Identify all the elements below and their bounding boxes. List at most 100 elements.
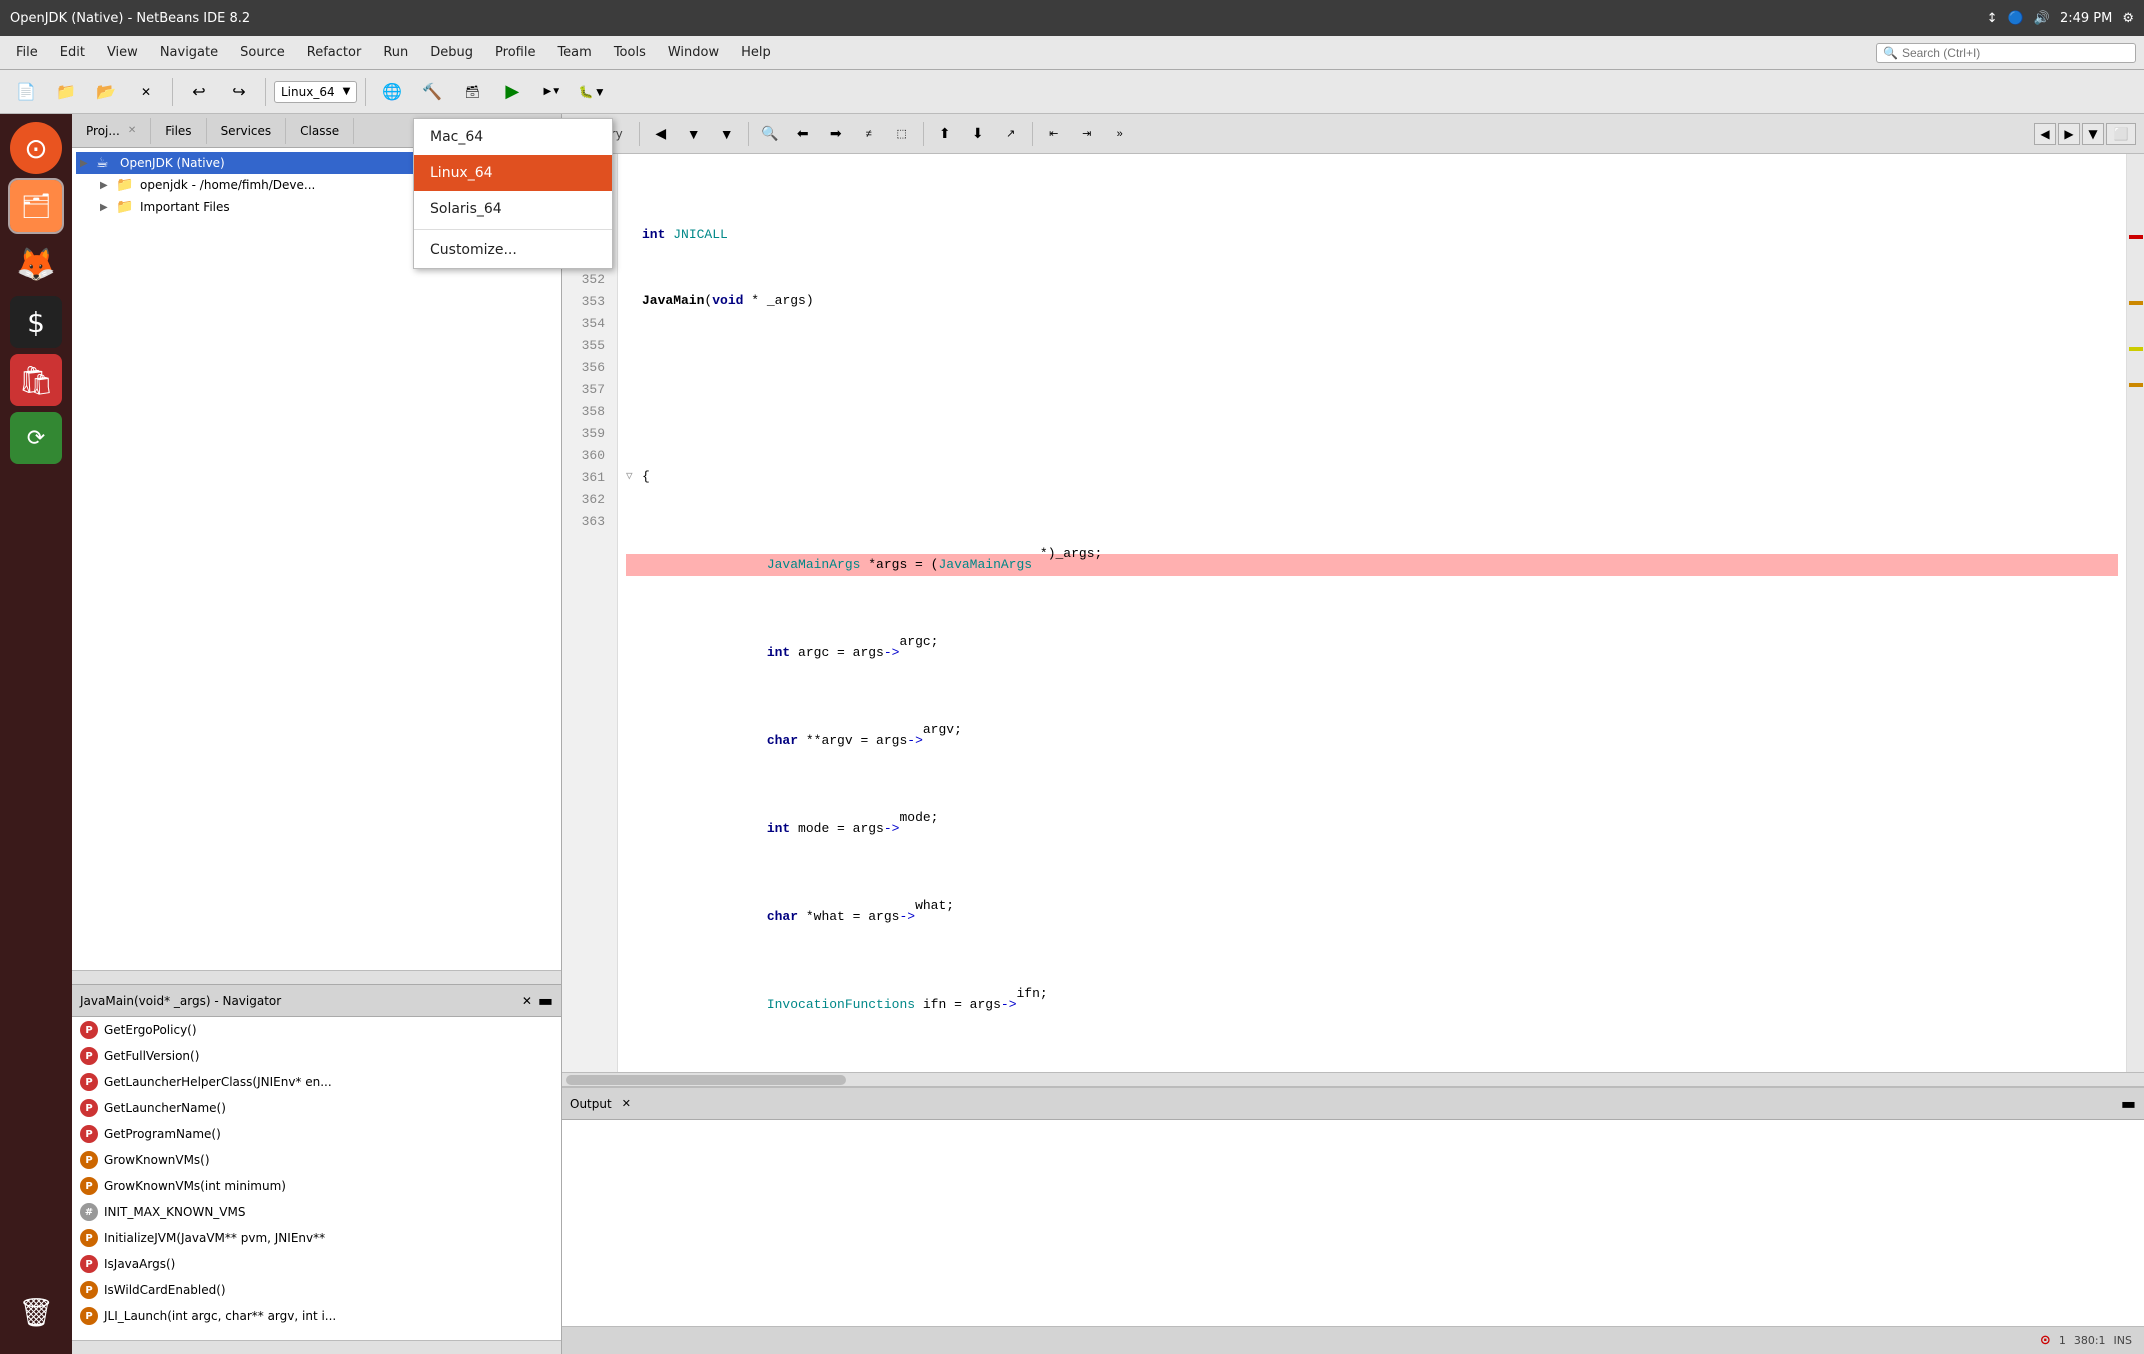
close-button[interactable]: ✕ — [128, 76, 164, 108]
nav-item-growknownvms2[interactable]: P GrowKnownVMs(int minimum) — [72, 1173, 561, 1199]
build-button[interactable]: 🔨 — [414, 76, 450, 108]
platform-option-linux64[interactable]: Linux_64 — [414, 155, 612, 191]
close-navigator-icon[interactable]: ✕ — [522, 994, 532, 1008]
menu-profile[interactable]: Profile — [487, 41, 543, 64]
tab-classes[interactable]: Classe — [286, 118, 354, 144]
menu-file[interactable]: File — [8, 41, 46, 64]
ed-up-icon[interactable]: ⬆ — [930, 120, 960, 148]
tab-files[interactable]: Files — [151, 118, 206, 144]
hscroll-thumb[interactable] — [566, 1075, 846, 1085]
nav-item-isjavaargs[interactable]: P IsJavaArgs() — [72, 1251, 561, 1277]
ed-more-button[interactable]: » — [1105, 120, 1135, 148]
error-count: ⊙ — [2040, 1333, 2051, 1348]
nav-item-getergo[interactable]: P GetErgoPolicy() — [72, 1017, 561, 1043]
editor-next-arrow[interactable]: ▶ — [2058, 123, 2080, 145]
ed-diff-button[interactable]: ≠ — [854, 120, 884, 148]
line-355: 355 — [562, 334, 611, 356]
editor-down-arrow[interactable]: ▼ — [2082, 123, 2104, 145]
search-box[interactable]: 🔍 — [1876, 43, 2136, 63]
system-icons: ↕ 🔵 🔊 2:49 PM ⚙ — [1987, 11, 2134, 26]
nav-item-iswildcard[interactable]: P IsWildCardEnabled() — [72, 1277, 561, 1303]
menu-edit[interactable]: Edit — [52, 41, 93, 64]
menu-help[interactable]: Help — [733, 41, 779, 64]
output-title: Output — [570, 1097, 612, 1111]
close-output-icon[interactable]: ✕ — [622, 1097, 631, 1110]
settings-icon[interactable]: ⚙ — [2122, 11, 2134, 26]
project-tree-hscroll[interactable] — [72, 970, 561, 984]
terminal-dock-icon[interactable]: $ — [10, 296, 62, 348]
run-menu-button[interactable]: ▶▼ — [534, 76, 570, 108]
menu-run[interactable]: Run — [375, 41, 416, 64]
menu-source[interactable]: Source — [232, 41, 293, 64]
menu-window[interactable]: Window — [660, 41, 727, 64]
nav-item-growknownvms[interactable]: P GrowKnownVMs() — [72, 1147, 561, 1173]
search-input[interactable] — [1902, 46, 2129, 60]
files-dock-icon[interactable]: 🗂 — [10, 180, 62, 232]
navigator-hscroll[interactable] — [72, 1340, 561, 1354]
ed-jump-icon[interactable]: ↗ — [996, 120, 1026, 148]
nav-item-getprogramname[interactable]: P GetProgramName() — [72, 1121, 561, 1147]
debug-button[interactable]: 🐛▼ — [574, 76, 610, 108]
nav-item-initializejvm[interactable]: P InitializeJVM(JavaVM** pvm, JNIEnv** — [72, 1225, 561, 1251]
platform-option-solaris64[interactable]: Solaris_64 — [414, 191, 612, 227]
globe-button[interactable]: 🌐 — [374, 76, 410, 108]
platform-dropdown[interactable]: Linux_64 ▼ — [274, 81, 357, 103]
menu-tools[interactable]: Tools — [606, 41, 654, 64]
editor-maximize[interactable]: ⬜ — [2106, 123, 2136, 145]
redo-button[interactable]: ↪ — [221, 76, 257, 108]
nav-item-label-11: IsWildCardEnabled() — [104, 1283, 226, 1297]
fold-marker-350[interactable]: ▽ — [626, 466, 642, 488]
status-mode: INS — [2114, 1334, 2132, 1347]
code-hscroll[interactable] — [562, 1072, 2144, 1086]
open-button[interactable]: 📂 — [88, 76, 124, 108]
trash-dock-icon[interactable]: 🗑 — [10, 1286, 62, 1338]
software-center-dock-icon[interactable]: 🛍 — [10, 354, 62, 406]
ed-indent-out[interactable]: ⇤ — [1039, 120, 1069, 148]
gutter-warning-mark-2 — [2129, 383, 2143, 387]
close-projects-tab-icon[interactable]: ✕ — [128, 125, 136, 136]
run-button[interactable]: ▶ — [494, 76, 530, 108]
menu-team[interactable]: Team — [549, 41, 599, 64]
tab-projects[interactable]: Proj... ✕ — [72, 118, 151, 144]
ed-select-button[interactable]: ⬚ — [887, 120, 917, 148]
platform-option-customize[interactable]: Customize... — [414, 232, 612, 268]
undo-button[interactable]: ↩ — [181, 76, 217, 108]
menu-refactor[interactable]: Refactor — [299, 41, 370, 64]
platform-option-mac64[interactable]: Mac_64 — [414, 119, 612, 155]
nav-item-getlaunchername[interactable]: P GetLauncherName() — [72, 1095, 561, 1121]
firefox-dock-icon[interactable]: 🦊 — [10, 238, 62, 290]
code-line-javamain-decl: JavaMain(void * _args) — [626, 290, 2118, 312]
minimize-output-icon[interactable]: ▬ — [2121, 1094, 2136, 1113]
nav-icon-method: P — [80, 1021, 98, 1039]
titlebar: OpenJDK (Native) - NetBeans IDE 8.2 ↕ 🔵 … — [0, 0, 2144, 36]
new-file-button[interactable]: 📄 — [8, 76, 44, 108]
clean-button[interactable]: 🗃 — [454, 76, 490, 108]
ed-fwd2-button[interactable]: ▼ — [712, 120, 742, 148]
ed-find-button[interactable]: 🔍 — [755, 120, 785, 148]
nav-item-jlilaunch[interactable]: P JLI_Launch(int argc, char** argv, int … — [72, 1303, 561, 1329]
folder-icon: 📁 — [116, 177, 136, 193]
menu-view[interactable]: View — [99, 41, 146, 64]
update-manager-dock-icon[interactable]: ⟳ — [10, 412, 62, 464]
editor-prev-arrow[interactable]: ◀ — [2034, 123, 2056, 145]
ed-down-icon[interactable]: ⬇ — [963, 120, 993, 148]
sort-icon: ↕ — [1987, 11, 1998, 26]
menu-navigate[interactable]: Navigate — [152, 41, 226, 64]
menu-debug[interactable]: Debug — [422, 41, 481, 64]
ed-back-button[interactable]: ◀ — [646, 120, 676, 148]
tab-services[interactable]: Services — [207, 118, 287, 144]
nav-item-getfull[interactable]: P GetFullVersion() — [72, 1043, 561, 1069]
code-content[interactable]: int JNICALL JavaMain(void * _args) ▽ { — [618, 154, 2126, 1072]
ed-prev-button[interactable]: ⬅ — [788, 120, 818, 148]
nav-item-init-max[interactable]: # INIT_MAX_KNOWN_VMS — [72, 1199, 561, 1225]
editor-nav: ◀ ▶ ▼ ⬜ — [2034, 123, 2136, 145]
editor-toolbar-sep-3 — [923, 122, 924, 146]
minimize-navigator-icon[interactable]: ▬ — [538, 991, 553, 1010]
ed-indent-in[interactable]: ⇥ — [1072, 120, 1102, 148]
ed-forward-button[interactable]: ▼ — [679, 120, 709, 148]
new-project-button[interactable]: 📁 — [48, 76, 84, 108]
ubuntu-dock-icon[interactable]: ⊙ — [10, 122, 62, 174]
ed-next-button[interactable]: ➡ — [821, 120, 851, 148]
nav-item-getlauncherhelper[interactable]: P GetLauncherHelperClass(JNIEnv* en... — [72, 1069, 561, 1095]
tree-arrow-icon-2: ▶ — [100, 180, 116, 191]
